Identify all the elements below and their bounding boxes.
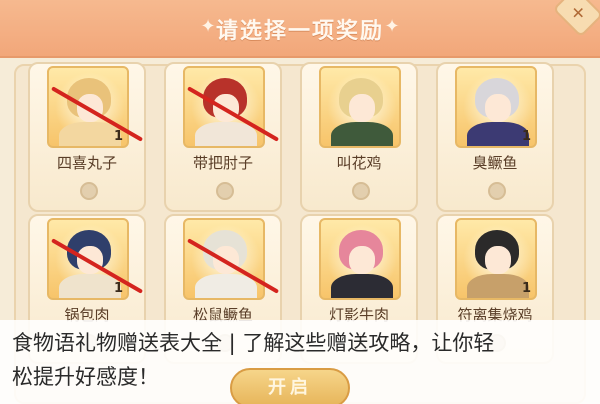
reward-name: 叫花鸡 bbox=[336, 154, 382, 172]
character-outfit bbox=[195, 122, 257, 146]
quantity-badge: 1 bbox=[113, 129, 123, 144]
quantity-badge: 1 bbox=[113, 281, 123, 296]
dialog-header: ✦ 请选择一项奖励 ✦ ✕ bbox=[0, 0, 600, 58]
character-portrait: 1 bbox=[455, 66, 537, 148]
open-button[interactable]: 开启 bbox=[230, 368, 350, 404]
character-face bbox=[485, 94, 511, 122]
reward-card[interactable]: 1 臭鳜鱼 bbox=[436, 62, 554, 212]
reward-card[interactable]: 带把肘子 bbox=[164, 62, 282, 212]
character-outfit bbox=[59, 274, 121, 298]
select-radio[interactable] bbox=[352, 182, 370, 200]
character-outfit bbox=[467, 122, 529, 146]
reward-name: 带把肘子 bbox=[192, 154, 253, 172]
character-portrait: 1 bbox=[455, 218, 537, 300]
reward-card[interactable]: 1 四喜丸子 bbox=[28, 62, 146, 212]
select-radio[interactable] bbox=[80, 182, 98, 200]
character-portrait bbox=[319, 218, 401, 300]
quantity-badge: 1 bbox=[521, 281, 531, 296]
character-face bbox=[485, 246, 511, 274]
dialog-title: 请选择一项奖励 bbox=[215, 19, 384, 44]
reward-name: 四喜丸子 bbox=[56, 154, 117, 172]
reward-card[interactable]: 叫花鸡 bbox=[300, 62, 418, 212]
reward-name: 臭鳜鱼 bbox=[472, 154, 518, 172]
character-outfit bbox=[467, 274, 529, 298]
star-ornament-icon: ✦ bbox=[384, 16, 400, 37]
caption-line-1: 食物语礼物赠送表大全 | 了解这些赠送攻略，让你轻 bbox=[12, 331, 495, 355]
character-face bbox=[349, 94, 375, 122]
character-face bbox=[349, 246, 375, 274]
character-portrait bbox=[319, 66, 401, 148]
character-outfit bbox=[59, 122, 121, 146]
select-radio[interactable] bbox=[488, 182, 506, 200]
character-outfit bbox=[195, 274, 257, 298]
select-radio[interactable] bbox=[216, 182, 234, 200]
character-outfit bbox=[331, 122, 393, 146]
close-icon: ✕ bbox=[571, 3, 585, 23]
quantity-badge: 1 bbox=[521, 129, 531, 144]
character-outfit bbox=[331, 274, 393, 298]
